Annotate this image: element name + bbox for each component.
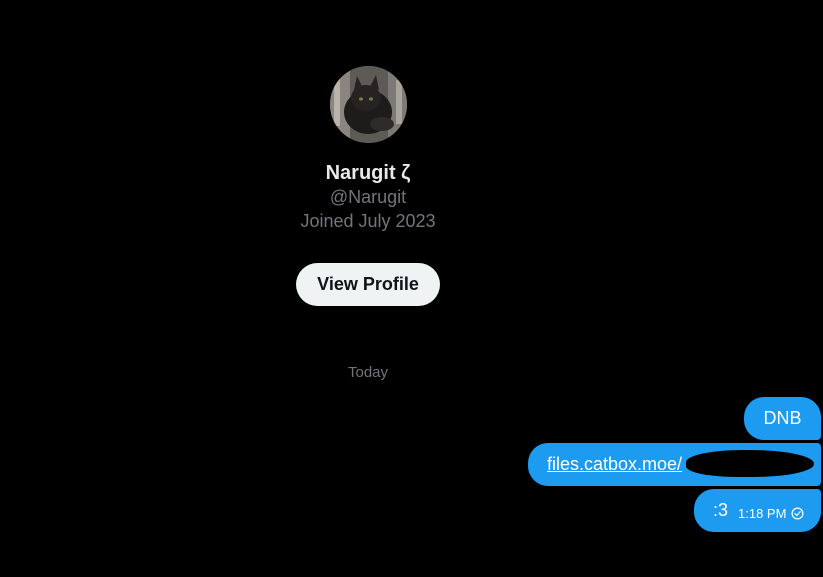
profile-joined-date: Joined July 2023 <box>300 211 436 231</box>
view-profile-button[interactable]: View Profile <box>296 263 440 306</box>
dm-conversation-page: Narugit ζ @Narugit Joined July 2023 View… <box>0 0 823 577</box>
message-timestamp: 1:18 PM <box>738 506 787 521</box>
avatar[interactable] <box>330 66 407 143</box>
date-separator: Today <box>347 364 389 381</box>
message-link[interactable]: files.catbox.moe/ <box>547 454 682 475</box>
profile-handle: @Narugit <box>329 187 407 207</box>
message-bubble[interactable]: :3 1:18 PM <box>694 489 821 532</box>
message-bubble[interactable]: DNB <box>744 397 821 440</box>
message-text: :3 <box>713 500 729 520</box>
seen-check-icon <box>791 507 804 520</box>
redaction-scribble <box>686 450 814 477</box>
avatar-cat-photo-icon <box>330 66 407 143</box>
message-text: DNB <box>763 408 802 428</box>
profile-display-name: Narugit ζ <box>325 162 411 184</box>
